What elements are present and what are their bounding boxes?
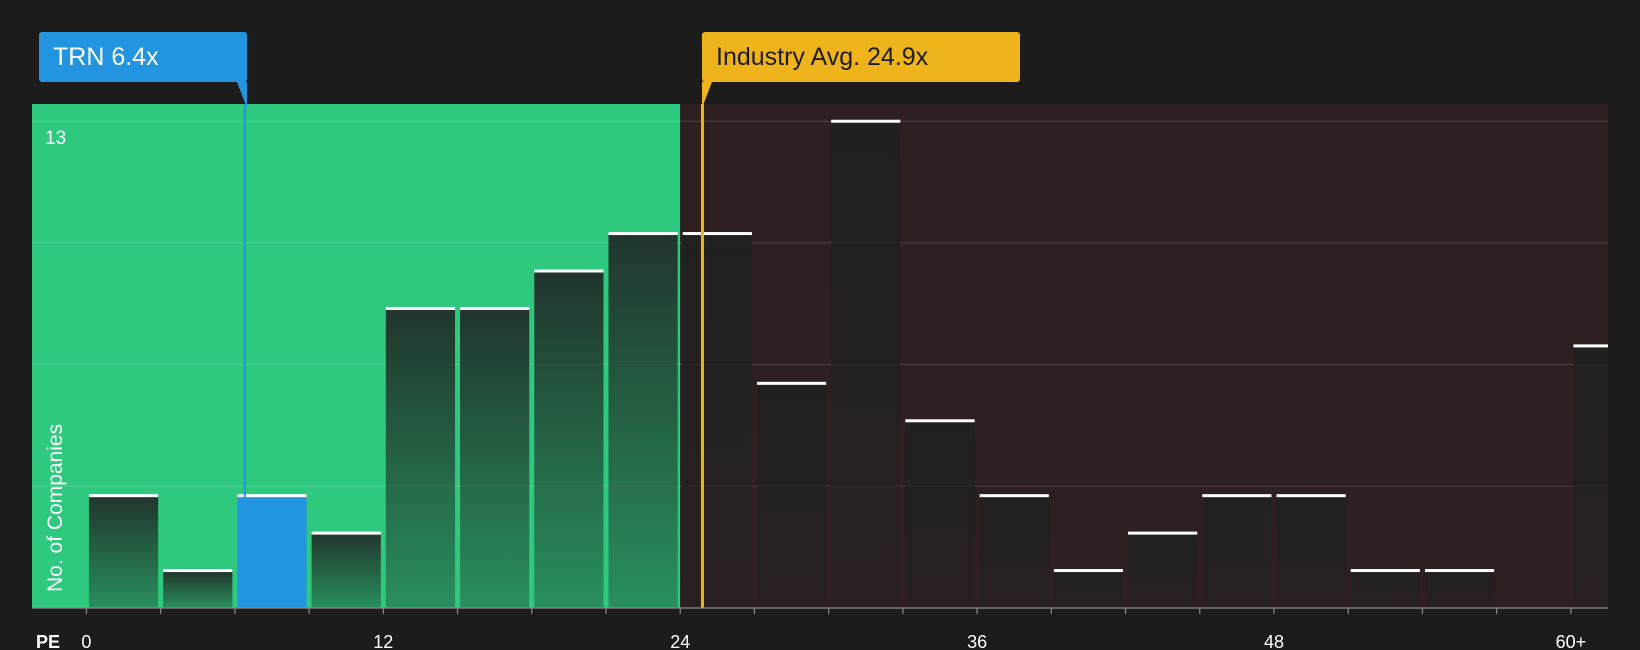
histogram-bar bbox=[163, 570, 233, 608]
bar-value-cap bbox=[534, 269, 604, 273]
bar-value-cap bbox=[88, 494, 159, 498]
histogram-bar bbox=[1276, 495, 1346, 608]
x-axis-label: PE bbox=[36, 632, 60, 650]
y-axis-max-label: 13 bbox=[45, 128, 66, 149]
company-callout-pointer bbox=[237, 82, 247, 108]
bar-value-cap bbox=[1350, 569, 1420, 573]
x-tick-label: 60+ bbox=[1556, 632, 1587, 650]
histogram-bar bbox=[460, 308, 530, 608]
histogram-bar bbox=[756, 383, 827, 608]
bar-value-cap bbox=[682, 232, 752, 236]
histogram-bar bbox=[1128, 533, 1198, 608]
bar-value-cap bbox=[608, 232, 678, 236]
histogram-bar bbox=[831, 121, 901, 608]
bar-value-cap bbox=[979, 494, 1049, 498]
bar-value-cap bbox=[385, 306, 456, 310]
histogram-bar bbox=[1053, 570, 1124, 608]
x-tick-label: 0 bbox=[81, 632, 91, 650]
x-tick-label: 36 bbox=[967, 632, 987, 650]
histogram-bar bbox=[534, 271, 604, 608]
bar-value-cap bbox=[1202, 494, 1272, 498]
histogram-bar bbox=[1202, 495, 1272, 608]
bar-value-cap bbox=[905, 419, 975, 423]
company-bar bbox=[237, 495, 307, 608]
bar-value-cap bbox=[163, 569, 233, 573]
x-tick-label: 24 bbox=[670, 632, 690, 650]
histogram-bar bbox=[88, 495, 159, 608]
industry-avg-callout: Industry Avg. 24.9x bbox=[702, 32, 1020, 108]
x-tick-label: 12 bbox=[373, 632, 393, 650]
bar-value-cap bbox=[311, 531, 381, 535]
industry-avg-label: Industry Avg. 24.9x bbox=[716, 42, 929, 71]
company-pe-label: TRN 6.4x bbox=[53, 42, 159, 71]
histogram-bar bbox=[1573, 345, 1608, 608]
y-axis-label: No. of Companies bbox=[44, 424, 67, 592]
bar-value-cap bbox=[831, 119, 901, 123]
histogram-bar bbox=[608, 233, 678, 609]
histogram-bar bbox=[1424, 570, 1495, 608]
histogram-bar bbox=[682, 233, 752, 609]
bar-value-cap bbox=[1276, 494, 1346, 498]
bar-value-cap bbox=[1424, 569, 1495, 573]
company-pe-callout: TRN 6.4x bbox=[39, 32, 247, 108]
bar-value-cap bbox=[756, 381, 827, 385]
histogram-bar bbox=[979, 495, 1049, 608]
x-tick-label: 48 bbox=[1264, 632, 1284, 650]
histogram-bar bbox=[905, 420, 975, 608]
bar-value-cap bbox=[1573, 344, 1608, 348]
histogram-bar bbox=[385, 308, 456, 608]
bar-value-cap bbox=[460, 306, 530, 310]
bar-value-cap bbox=[1053, 569, 1124, 573]
histogram-bar bbox=[1350, 570, 1420, 608]
bar-value-cap bbox=[1128, 531, 1198, 535]
industry-callout-pointer bbox=[702, 82, 712, 108]
bar-value-cap bbox=[237, 494, 307, 498]
histogram-bar bbox=[311, 533, 381, 608]
